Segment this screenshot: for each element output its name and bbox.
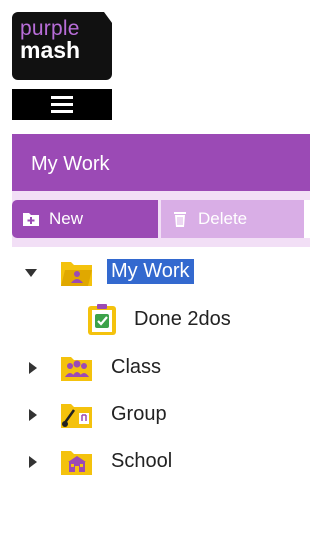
hamburger-icon xyxy=(51,96,73,113)
tree-item-label: Done 2dos xyxy=(134,308,231,330)
new-button[interactable]: New xyxy=(12,200,158,238)
tree-item-label: Group xyxy=(111,403,167,425)
music-folder-icon xyxy=(60,400,94,430)
expand-arrow-icon[interactable] xyxy=(29,456,37,468)
trash-icon xyxy=(171,210,189,228)
tree-item-my-work[interactable]: My Work xyxy=(12,257,310,289)
panel-title: My Work xyxy=(12,134,310,191)
tree-item-group[interactable]: Group xyxy=(12,399,310,431)
tree-item-label: Class xyxy=(111,356,162,378)
collapse-arrow-icon[interactable] xyxy=(25,269,37,277)
new-button-label: New xyxy=(49,209,84,228)
tree-item-done-2dos[interactable]: Done 2dos xyxy=(12,304,310,336)
delete-button-label: Delete xyxy=(198,209,248,228)
logo-text-mash: mash xyxy=(20,37,81,63)
people-folder-icon xyxy=(60,353,94,383)
purple-mash-logo[interactable]: purple mash xyxy=(12,12,112,80)
toolbar-divider xyxy=(304,200,310,238)
tree-item-label: My Work xyxy=(107,259,194,284)
toolbar: New Delete xyxy=(12,191,310,247)
delete-button[interactable]: Delete xyxy=(161,200,304,238)
expand-arrow-icon[interactable] xyxy=(29,409,37,421)
file-panel: My Work New Delete My Work Done 2dos Cla… xyxy=(12,134,310,558)
new-folder-icon xyxy=(22,210,40,228)
tree-item-label: School xyxy=(111,450,173,472)
expand-arrow-icon[interactable] xyxy=(29,362,37,374)
school-folder-icon xyxy=(60,447,94,477)
tree-item-school[interactable]: School xyxy=(12,446,310,478)
my-work-folder-icon xyxy=(60,258,94,288)
logo-text-purple: purple xyxy=(20,17,80,40)
menu-button[interactable] xyxy=(12,89,112,120)
clipboard-check-icon xyxy=(85,304,119,335)
tree-item-class[interactable]: Class xyxy=(12,352,310,384)
